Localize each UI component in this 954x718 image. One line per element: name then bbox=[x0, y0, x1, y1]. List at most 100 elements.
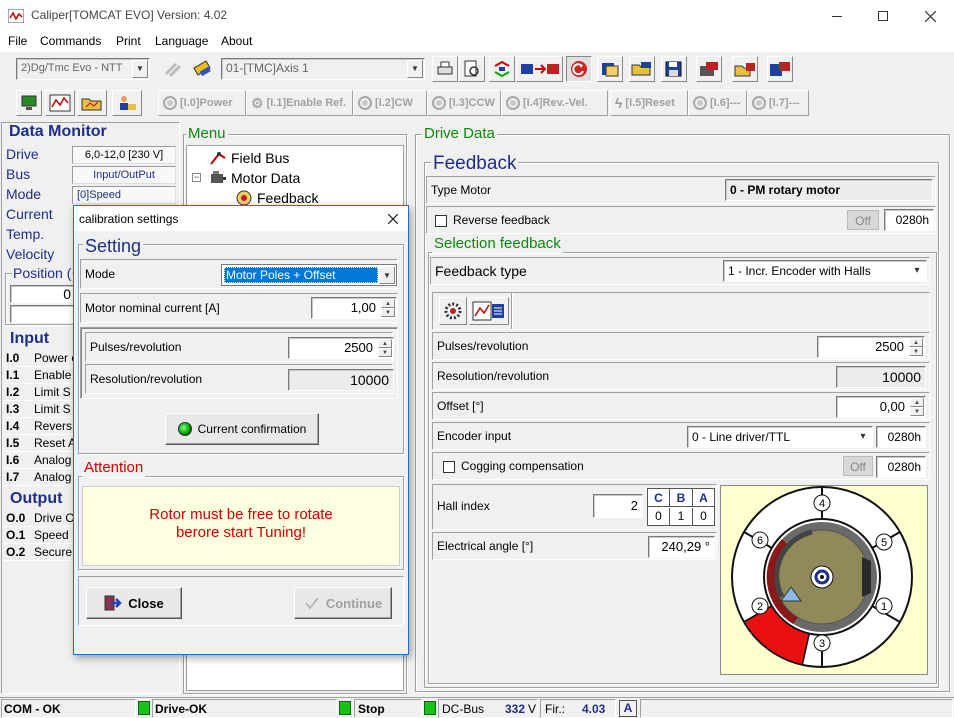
compare-icon[interactable] bbox=[489, 56, 515, 82]
input-button-i1[interactable]: ⚙ [I.1]Enable Ref. bbox=[246, 90, 353, 116]
list-item: I.2 Limit S bbox=[4, 384, 80, 401]
pulses-stepper[interactable]: ▲ ▼ bbox=[909, 338, 923, 356]
continue-button[interactable]: Continue bbox=[294, 587, 392, 619]
nominal-current-stepper[interactable]: ▲ ▼ bbox=[381, 299, 395, 317]
list-item: I.1 Enable bbox=[4, 367, 80, 384]
tree-item-motor-data[interactable]: Motor Data bbox=[209, 168, 300, 188]
motor-save-icon[interactable] bbox=[767, 56, 793, 82]
output-name: Secure bbox=[34, 545, 73, 559]
encoder-input-row: Encoder input 0 - Line driver/TTL ▾ 0280… bbox=[432, 422, 930, 450]
dialog-resolution-label: Resolution/revolution bbox=[90, 372, 203, 386]
nominal-current-input[interactable]: 1,00 ▲ ▼ bbox=[311, 297, 397, 319]
offset-input[interactable]: 0,00 ▲ ▼ bbox=[836, 396, 926, 418]
input-button-i0[interactable]: [I.0]Power bbox=[158, 90, 246, 116]
print-preview-icon[interactable] bbox=[459, 56, 485, 82]
motor-export-icon[interactable] bbox=[696, 56, 722, 82]
confirm-led-icon bbox=[177, 422, 192, 436]
minimize-button[interactable] bbox=[814, 0, 860, 32]
mode-select-value: Motor Poles + Offset bbox=[224, 267, 378, 283]
dialog-pulses-stepper[interactable]: ▲ ▼ bbox=[378, 339, 392, 357]
type-motor-label: Type Motor bbox=[431, 183, 492, 197]
cogging-code: 0280h bbox=[876, 456, 926, 478]
offset-row: Offset [°] 0,00 ▲ ▼ bbox=[432, 392, 930, 420]
monitor-label: Drive bbox=[6, 146, 39, 162]
monitor-value: Input/OutPut bbox=[72, 166, 176, 184]
dialog-pulses-input[interactable]: 2500 ▲ ▼ bbox=[288, 337, 394, 359]
input-button-i7[interactable]: [I.7]--- bbox=[747, 90, 809, 116]
open-file-icon[interactable] bbox=[597, 56, 623, 82]
tree-item-field-bus[interactable]: Field Bus bbox=[209, 148, 289, 168]
menu-file[interactable]: File bbox=[8, 34, 27, 48]
list-item: I.0 Power o bbox=[4, 350, 80, 367]
dialog-close-button[interactable] bbox=[378, 206, 408, 231]
status-drive: Drive-OK bbox=[152, 699, 337, 718]
reverse-feedback-label: Reverse feedback bbox=[453, 213, 550, 227]
input-button-i4[interactable]: [I.4]Rev.-Vel. bbox=[501, 90, 608, 116]
status-com: COM - OK bbox=[1, 699, 136, 718]
down-arrow-icon: ▼ bbox=[381, 308, 395, 317]
folder-chart-icon[interactable] bbox=[77, 90, 107, 116]
open-folder-icon[interactable] bbox=[629, 56, 655, 82]
tree-expander[interactable]: − bbox=[192, 173, 201, 182]
cogging-row: Cogging compensation Off 0280h bbox=[432, 452, 930, 480]
hall-sector-6: 6 bbox=[757, 535, 763, 547]
continue-button-label: Continue bbox=[325, 595, 383, 611]
input-button-i6[interactable]: [I.6]--- bbox=[688, 90, 747, 116]
monitor-icon[interactable] bbox=[16, 90, 42, 116]
motor-icon bbox=[211, 171, 226, 183]
download-params-icon[interactable] bbox=[566, 56, 592, 82]
encoder-input-select[interactable]: 0 - Line driver/TTL ▾ bbox=[687, 426, 873, 448]
connect-icon[interactable] bbox=[160, 56, 188, 82]
menu-print[interactable]: Print bbox=[116, 34, 141, 48]
encoder-settings-icon[interactable] bbox=[439, 297, 467, 325]
menu-commands[interactable]: Commands bbox=[40, 34, 101, 48]
offset-stepper[interactable]: ▲ ▼ bbox=[910, 398, 924, 416]
motor-folder-icon[interactable] bbox=[732, 56, 758, 82]
maximize-button[interactable] bbox=[860, 0, 906, 32]
mode-row: Mode Motor Poles + Offset ▼ bbox=[80, 259, 398, 289]
reverse-off-badge[interactable]: Off bbox=[847, 210, 879, 230]
encoder-input-value: 0 - Line driver/TTL bbox=[692, 430, 791, 444]
input-button-i5[interactable]: ϟ [I.5]Reset bbox=[610, 90, 688, 116]
tool-strip-divider bbox=[511, 293, 513, 329]
users-icon[interactable] bbox=[112, 90, 142, 116]
menu-about[interactable]: About bbox=[221, 34, 252, 48]
menu-language[interactable]: Language bbox=[155, 34, 208, 48]
drive-select[interactable]: 2)Dg/Tmc Evo - NTT ▼ bbox=[16, 58, 150, 80]
type-motor-row: Type Motor 0 - PM rotary motor bbox=[426, 176, 936, 204]
pulses-input[interactable]: 2500 ▲ ▼ bbox=[817, 336, 925, 358]
reverse-feedback-checkbox[interactable] bbox=[435, 215, 447, 227]
close-button[interactable]: Close bbox=[86, 587, 182, 619]
status-dcbus: DC-Bus 332 V bbox=[438, 699, 538, 718]
dialog-resolution-value: 10000 bbox=[288, 369, 394, 391]
mode-select[interactable]: Motor Poles + Offset ▼ bbox=[221, 264, 397, 286]
current-confirmation-button[interactable]: Current confirmation bbox=[165, 413, 319, 445]
disconnect-icon[interactable] bbox=[189, 56, 217, 82]
drive-data-title: Drive Data bbox=[422, 125, 497, 143]
list-item: I.4 Revers bbox=[4, 418, 80, 435]
input-label: [I.7]--- bbox=[769, 97, 800, 109]
input-button-i3[interactable]: [I.3]CCW bbox=[427, 90, 501, 116]
input-id: I.0 bbox=[6, 351, 20, 365]
offset-value: 0,00 bbox=[879, 399, 905, 414]
status-mode: A bbox=[619, 700, 637, 717]
input-button-i2[interactable]: [I.2]CW bbox=[353, 90, 427, 116]
close-window-button[interactable] bbox=[906, 0, 954, 32]
hall-index-value: 2 bbox=[593, 494, 643, 518]
pulses-value: 2500 bbox=[875, 339, 904, 354]
current-confirmation-label: Current confirmation bbox=[197, 422, 307, 436]
monitor-label: Velocity bbox=[6, 246, 55, 262]
cogging-off-badge[interactable]: Off bbox=[843, 456, 873, 476]
cogging-checkbox[interactable] bbox=[443, 461, 455, 473]
input-id: I.6 bbox=[6, 453, 20, 467]
save-file-icon[interactable] bbox=[661, 56, 687, 82]
dialog-encoder-block: Pulses/revolution 2500 ▲ ▼ Resolution/rev… bbox=[80, 327, 398, 399]
print-icon[interactable] bbox=[432, 56, 458, 82]
tuning-scope-icon[interactable] bbox=[469, 297, 509, 325]
firmware-label: Fir.: bbox=[545, 702, 565, 716]
feedback-type-select[interactable]: 1 - Incr. Encoder with Halls ▾ bbox=[723, 260, 927, 282]
scope-icon[interactable] bbox=[45, 90, 75, 116]
list-item: O.1 Speed bbox=[4, 527, 80, 544]
upload-params-icon[interactable] bbox=[516, 56, 563, 82]
axis-select[interactable]: 01-[TMC]Axis 1 ▼ bbox=[221, 58, 425, 80]
